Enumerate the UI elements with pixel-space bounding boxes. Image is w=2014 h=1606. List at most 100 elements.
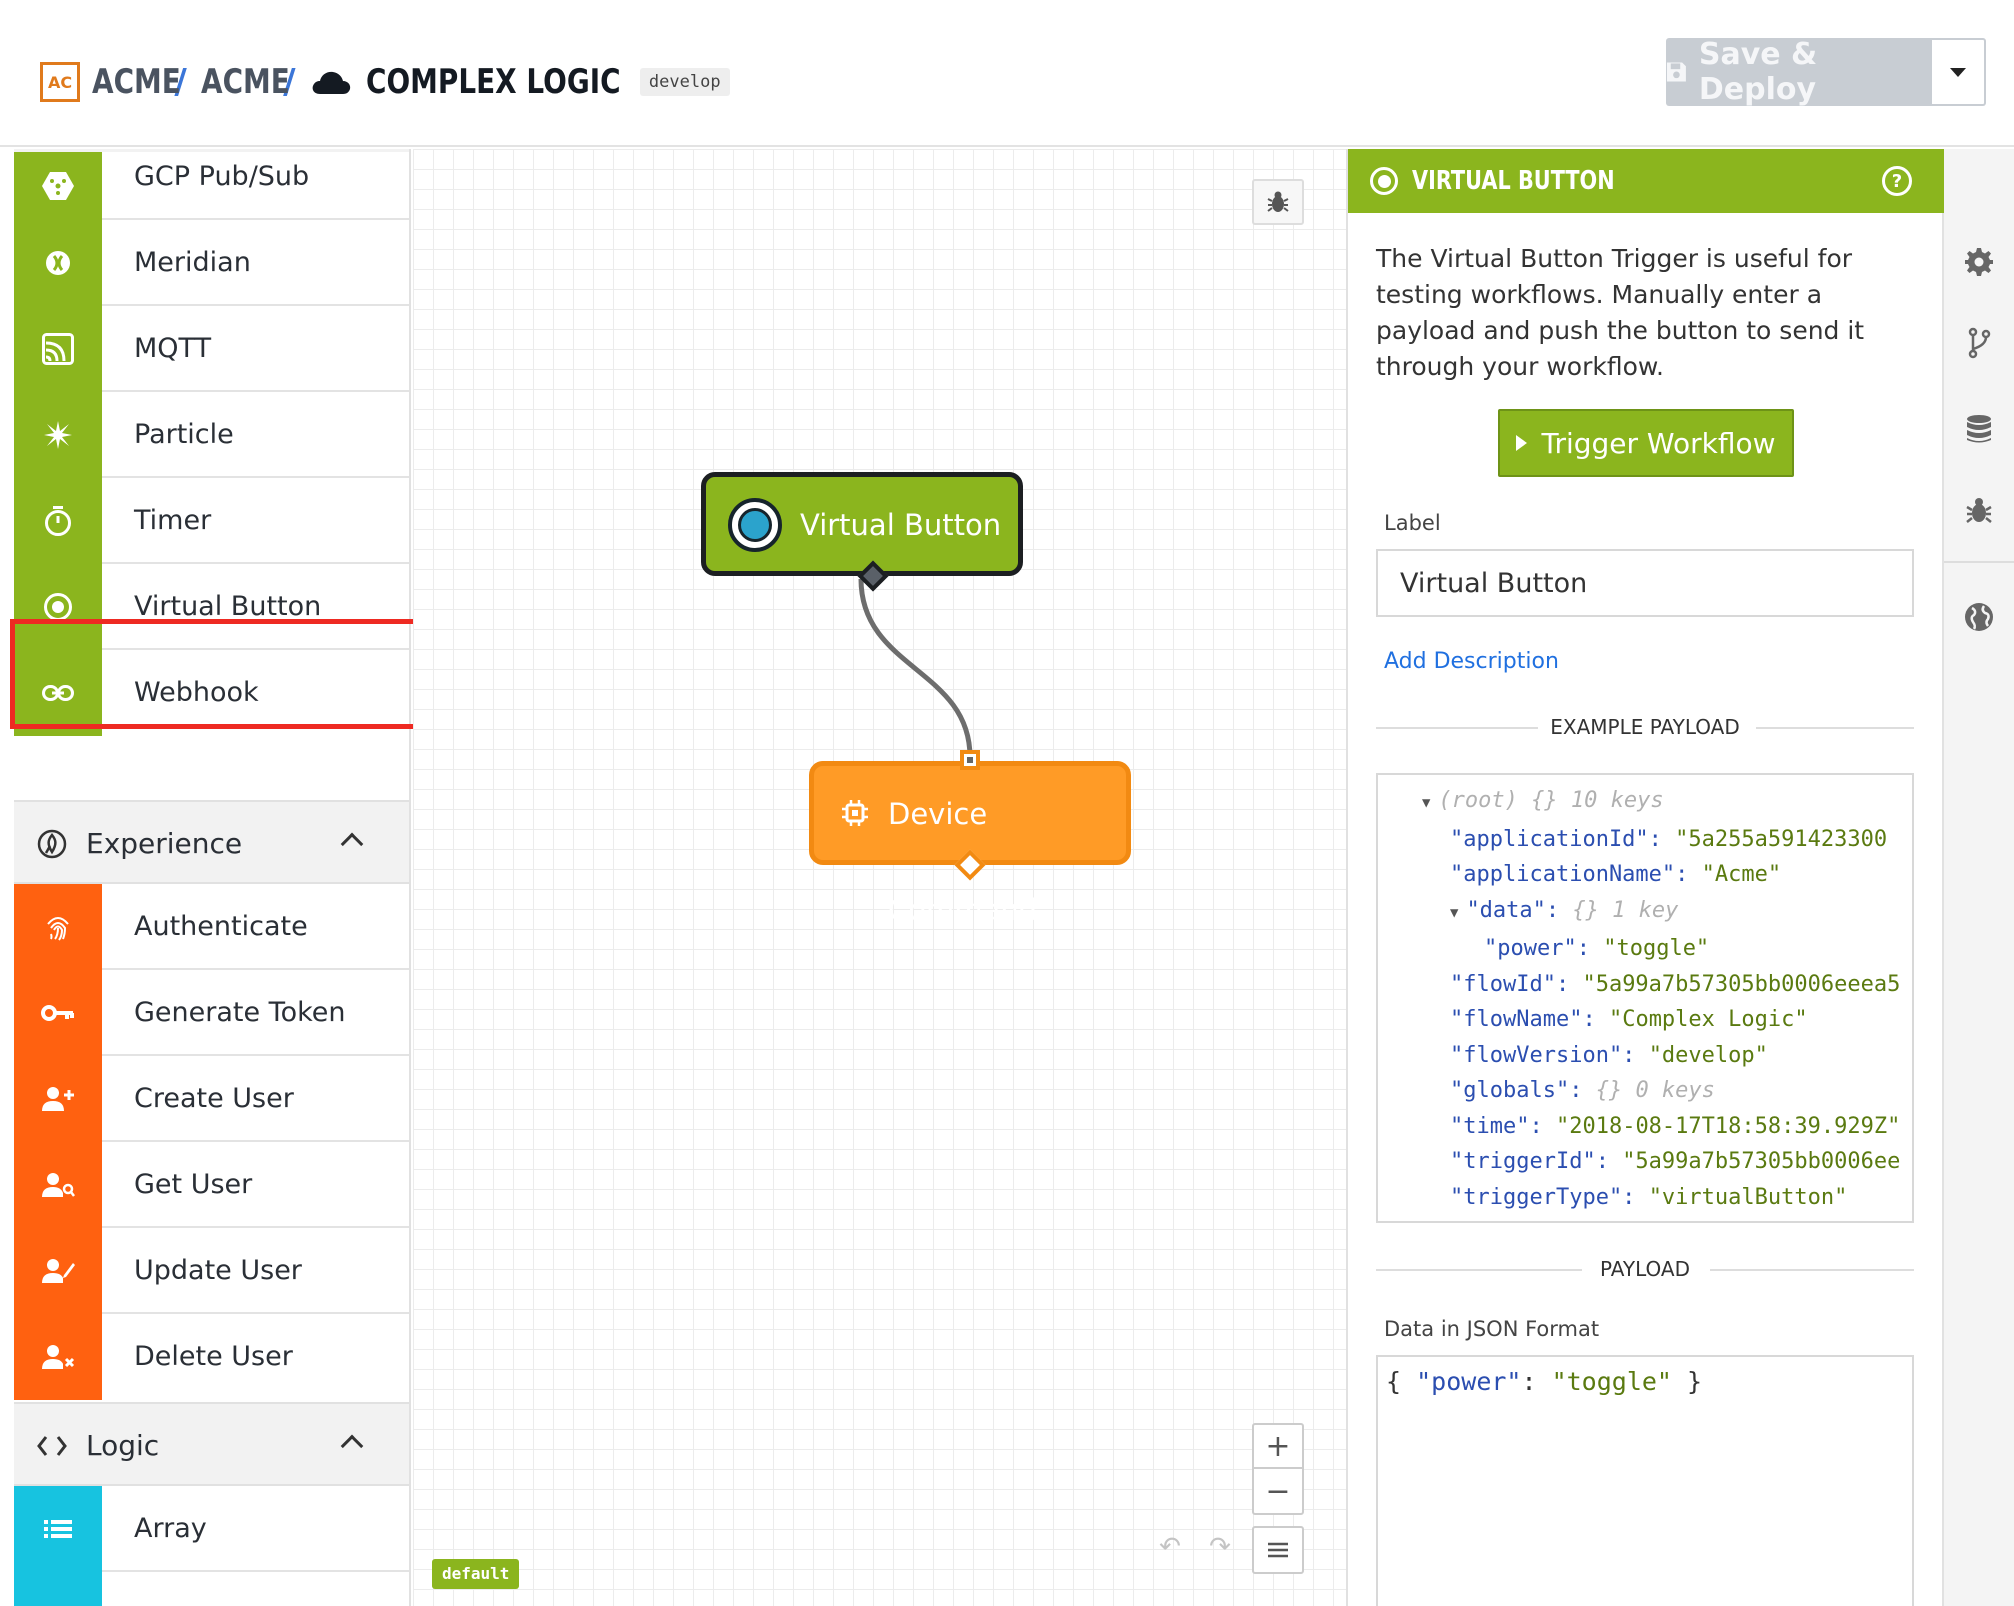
json-key: "flowName": [1450,1007,1609,1032]
json-key: "flowVersion": [1450,1042,1649,1068]
palette-node-generate-token[interactable]: Generate Token [14,970,409,1056]
json-meta: {} 1 key [1572,897,1679,923]
palette-node-gcp-pub-sub[interactable]: GCP Pub/Sub [14,152,409,220]
palette-node-delete-user[interactable]: Delete User [14,1314,409,1400]
json-row[interactable]: "triggerId": "5a99a7b57305bb0006ee [1378,1144,1912,1180]
canvas-menu-button[interactable] [1252,1526,1304,1574]
chevron-up-icon[interactable] [340,1434,364,1458]
play-icon [1516,435,1528,451]
connection-wire [858,578,973,758]
user-remove-icon [14,1314,102,1400]
right-sidebar-rail [1944,149,2014,1606]
save-icon [1666,62,1686,82]
zoom-controls: + − [1252,1423,1304,1515]
json-row[interactable]: "flowId": "5a99a7b57305bb0006eeea5 [1378,967,1912,1003]
category-experience[interactable]: Experience [14,800,409,884]
palette-node-label: Particle [134,419,234,450]
zoom-in-button[interactable]: + [1254,1425,1302,1469]
palette-node-label: Authenticate [134,911,308,942]
workflow-canvas[interactable]: Virtual Button Device Command + − ↶ ↷ de… [413,149,1346,1606]
category-label: Experience [86,827,243,860]
undo-button[interactable]: ↶ [1148,1527,1192,1567]
palette-node-partial[interactable] [14,1572,409,1606]
palette-node-label: Meridian [134,247,251,278]
palette-node-label: Timer [134,505,212,536]
json-key: "triggerId": [1450,1149,1623,1174]
trigger-workflow-button[interactable]: Trigger Workflow [1498,409,1794,477]
json-row[interactable]: "applicationId": "5a255a591423300 [1378,822,1912,858]
inspector-header: VIRTUAL BUTTON ? [1348,149,1944,213]
list-icon [14,1486,102,1572]
application-logo[interactable]: AC [40,62,80,102]
breadcrumb-organization[interactable]: ACME [92,62,181,102]
label-input[interactable] [1376,549,1914,617]
category-logic[interactable]: Logic [14,1402,409,1486]
particle-icon [14,392,102,478]
zoom-out-button[interactable]: − [1254,1469,1302,1513]
palette-node-particle[interactable]: Particle [14,392,409,478]
save-deploy-label: Save & Deploy [1698,37,1818,107]
help-icon[interactable]: ? [1882,166,1912,196]
radio-button-icon [1370,167,1398,195]
json-row[interactable]: "flowVersion": "develop" [1378,1038,1912,1074]
gear-icon[interactable] [1961,244,1997,280]
redo-button[interactable]: ↷ [1198,1527,1242,1567]
globe-icon[interactable] [1961,599,1997,635]
json-row[interactable]: "applicationName": "Acme" [1378,857,1912,893]
top-header: AC ACME / ACME / COMPLEX LOGIC develop S… [0,0,2014,147]
palette-node-label: Update User [134,1255,302,1286]
json-value: "2018-08-17T18:58:39.929Z" [1555,1113,1901,1139]
add-description-link[interactable]: Add Description [1384,649,1559,674]
json-key: "applicationName": [1450,862,1702,887]
palette-node-authenticate[interactable]: Authenticate [14,884,409,970]
json-row[interactable]: "power": "toggle" [1378,931,1912,967]
chevron-up-icon[interactable] [340,832,364,856]
branch-icon[interactable] [1961,325,1997,361]
database-icon[interactable] [1961,411,1997,447]
palette-node-mqtt[interactable]: MQTT [14,306,409,392]
palette-node-update-user[interactable]: Update User [14,1228,409,1314]
node-title: Virtual Button [800,508,1002,542]
json-value: "toggle" [1603,936,1710,961]
expand-toggle-icon[interactable]: ▼ [1450,905,1458,921]
palette-node-virtual-button[interactable]: Virtual Button [14,564,409,650]
palette-node-get-user[interactable]: Get User [14,1142,409,1228]
palette-node-label: GCP Pub/Sub [134,161,310,192]
json-row[interactable]: "flowName": "Complex Logic" [1378,1002,1912,1038]
deploy-options-dropdown[interactable] [1932,38,1986,106]
version-badge[interactable]: develop [639,68,730,96]
json-value: "5a99a7b57305bb0006eeea5 [1582,971,1901,997]
example-payload-heading: EXAMPLE PAYLOAD [1550,715,1740,739]
json-root-row[interactable]: ▼ (root) {} 10 keys [1378,783,1912,822]
palette-node-create-user[interactable]: Create User [14,1056,409,1142]
json-row[interactable]: "globals": {} 0 keys [1378,1073,1912,1109]
palette-node-meridian[interactable]: Meridian [14,220,409,306]
hamburger-menu-icon [1268,1542,1288,1558]
json-key: "power": [1484,936,1604,961]
json-row[interactable]: "triggerType": "virtualButton" [1378,1180,1912,1216]
experience-icon [36,828,68,860]
user-search-icon [14,1142,102,1228]
breadcrumb-application[interactable]: ACME [201,62,290,102]
expand-toggle-icon[interactable]: ▼ [1422,795,1430,811]
json-row[interactable]: ▼ "data": {} 1 key [1378,893,1912,932]
chevron-down-icon [1950,67,1966,77]
json-value: "5a255a591423300 [1675,826,1888,852]
palette-node-array[interactable]: Array [14,1486,409,1572]
workflow-node-virtual-button[interactable]: Virtual Button [701,472,1023,576]
user-add-icon [14,1056,102,1142]
example-payload-viewer[interactable]: ▼ (root) {} 10 keys "applicationId": "5a2… [1376,773,1914,1223]
palette-node-webhook[interactable]: Webhook [14,650,409,736]
json-key: "power" [1416,1367,1522,1396]
palette-node-timer[interactable]: Timer [14,478,409,564]
save-deploy-button[interactable]: Save & Deploy [1666,37,1932,107]
json-key: "time": [1450,1113,1556,1139]
bug-icon[interactable] [1961,493,1997,529]
input-port[interactable] [960,750,980,770]
canvas-tag: default [432,1559,520,1589]
json-value: "toggle" [1551,1367,1672,1396]
json-root-meta: {} 10 keys [1531,788,1664,813]
json-row[interactable]: "time": "2018-08-17T18:58:39.929Z" [1378,1109,1912,1145]
payload-json-editor[interactable]: { "power": "toggle" } [1376,1355,1914,1606]
meridian-icon [14,220,102,306]
